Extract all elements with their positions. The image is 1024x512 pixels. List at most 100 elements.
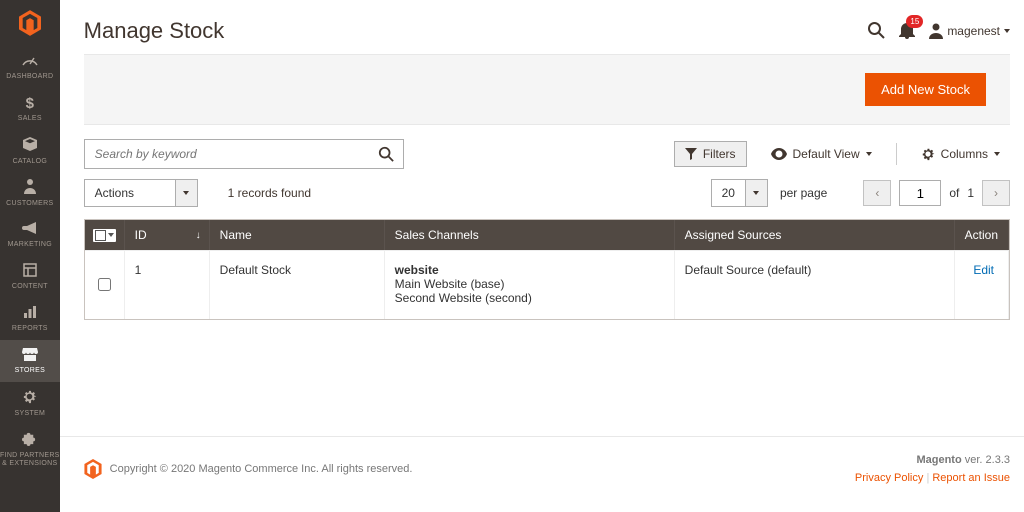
sidebar-item-partners[interactable]: FIND PARTNERS & EXTENSIONS <box>0 424 60 474</box>
header-assigned-sources[interactable]: Assigned Sources <box>675 220 955 250</box>
footer: Copyright © 2020 Magento Commerce Inc. A… <box>60 436 1024 512</box>
controls-row-1: Filters Default View Columns <box>60 125 1024 179</box>
sidebar-item-label: MARKETING <box>8 241 52 249</box>
cell-name: Default Stock <box>210 250 385 319</box>
per-page-value: 20 <box>712 186 745 200</box>
logo-icon <box>84 459 102 479</box>
copyright: Copyright © 2020 Magento Commerce Inc. A… <box>110 463 413 475</box>
bar-chart-icon <box>23 305 37 322</box>
add-new-stock-button[interactable]: Add New Stock <box>865 73 986 106</box>
version: 2.3.3 <box>986 454 1010 466</box>
cell-assigned-sources: Default Source (default) <box>675 250 955 319</box>
chevron-down-icon <box>183 191 189 195</box>
of-label: of <box>949 186 959 200</box>
sidebar-item-label: SALES <box>18 115 42 123</box>
sidebar-item-label: REPORTS <box>12 325 48 333</box>
sidebar-item-label: FIND PARTNERS & EXTENSIONS <box>0 452 60 467</box>
header-checkbox[interactable] <box>93 229 116 242</box>
mass-actions-label: Actions <box>85 186 175 200</box>
table-row: 1 Default Stock website Main Website (ba… <box>85 250 1009 319</box>
per-page-select[interactable]: 20 <box>711 179 768 207</box>
sidebar-item-label: STORES <box>15 367 45 375</box>
next-page-button[interactable]: › <box>982 180 1010 206</box>
dollar-icon: $ <box>26 95 34 112</box>
funnel-icon <box>685 148 697 160</box>
sales-channels-heading: website <box>395 263 439 277</box>
notification-badge: 15 <box>906 15 923 28</box>
storefront-icon <box>22 347 38 364</box>
sidebar-item-customers[interactable]: CUSTOMERS <box>0 172 60 214</box>
search-input[interactable] <box>85 147 369 161</box>
pager: 20 per page ‹ of 1 › <box>711 179 1010 207</box>
sidebar-item-stores[interactable]: STORES <box>0 340 60 382</box>
sidebar-item-sales[interactable]: $ SALES <box>0 88 60 130</box>
sidebar-item-reports[interactable]: REPORTS <box>0 298 60 340</box>
header-action: Action <box>955 220 1009 250</box>
sales-channels-line: Main Website (base) <box>395 277 505 291</box>
eye-icon <box>771 148 787 160</box>
row-checkbox[interactable] <box>98 278 111 291</box>
grid: ID ↓ Name Sales Channels Assigned Source… <box>84 219 1010 320</box>
layout-icon <box>23 263 37 280</box>
sidebar-item-system[interactable]: SYSTEM <box>0 382 60 424</box>
ver-label: ver. <box>965 454 983 466</box>
action-bar: Add New Stock <box>84 54 1010 125</box>
sort-asc-icon: ↓ <box>196 230 201 241</box>
per-page-toggle[interactable] <box>745 180 767 206</box>
sidebar-item-label: DASHBOARD <box>6 73 53 81</box>
chevron-down-icon <box>994 152 1000 156</box>
user-icon <box>929 23 943 39</box>
search-icon[interactable] <box>867 21 885 42</box>
header-sales-channels[interactable]: Sales Channels <box>385 220 675 250</box>
cell-sales-channels: website Main Website (base) Second Websi… <box>385 250 675 319</box>
gauge-icon <box>21 53 39 70</box>
username: magenest <box>947 24 1000 38</box>
row-action-edit[interactable]: Edit <box>955 250 1009 319</box>
sidebar-item-label: CATALOG <box>13 158 48 166</box>
chevron-down-icon <box>1004 29 1010 33</box>
chevron-down-icon <box>108 233 114 237</box>
page-title: Manage Stock <box>84 18 225 44</box>
page-input[interactable] <box>899 180 941 206</box>
sales-channels-line: Second Website (second) <box>395 291 532 305</box>
mass-actions-toggle[interactable] <box>175 180 197 206</box>
search-button[interactable] <box>369 146 403 162</box>
puzzle-icon <box>22 431 37 449</box>
chevron-down-icon <box>753 191 759 195</box>
sidebar-item-label: CONTENT <box>12 283 48 291</box>
report-issue-link[interactable]: Report an Issue <box>932 472 1010 484</box>
header-checkbox-cell[interactable] <box>85 220 125 250</box>
header: Manage Stock 15 magenest <box>60 0 1024 54</box>
mass-actions-select[interactable]: Actions <box>84 179 198 207</box>
header-id[interactable]: ID ↓ <box>125 220 210 250</box>
sidebar-item-marketing[interactable]: MARKETING <box>0 214 60 256</box>
controls-row-2: Actions 1 records found 20 per page ‹ of… <box>60 179 1024 219</box>
gear-icon <box>921 147 935 161</box>
notifications-icon[interactable]: 15 <box>899 21 915 42</box>
sidebar: DASHBOARD $ SALES CATALOG CUSTOMERS MARK… <box>0 0 60 512</box>
main: Manage Stock 15 magenest Add New Stock <box>60 0 1024 512</box>
grid-header: ID ↓ Name Sales Channels Assigned Source… <box>85 220 1009 250</box>
box-icon <box>22 136 38 155</box>
person-icon <box>24 178 36 197</box>
privacy-policy-link[interactable]: Privacy Policy <box>855 472 923 484</box>
sidebar-item-catalog[interactable]: CATALOG <box>0 130 60 172</box>
filters-label: Filters <box>703 147 736 161</box>
sidebar-item-content[interactable]: CONTENT <box>0 256 60 298</box>
total-pages: 1 <box>967 186 974 200</box>
columns-button[interactable]: Columns <box>911 142 1010 166</box>
product-name: Magento <box>916 454 961 466</box>
divider <box>896 143 897 165</box>
search-box <box>84 139 404 169</box>
chevron-down-icon <box>866 152 872 156</box>
columns-label: Columns <box>941 147 988 161</box>
megaphone-icon <box>22 221 38 238</box>
header-name[interactable]: Name <box>210 220 385 250</box>
logo[interactable] <box>0 0 60 46</box>
cell-id: 1 <box>125 250 210 319</box>
prev-page-button[interactable]: ‹ <box>863 180 891 206</box>
filters-button[interactable]: Filters <box>674 141 747 167</box>
user-menu[interactable]: magenest <box>929 23 1010 39</box>
default-view-button[interactable]: Default View <box>761 142 882 166</box>
sidebar-item-dashboard[interactable]: DASHBOARD <box>0 46 60 88</box>
